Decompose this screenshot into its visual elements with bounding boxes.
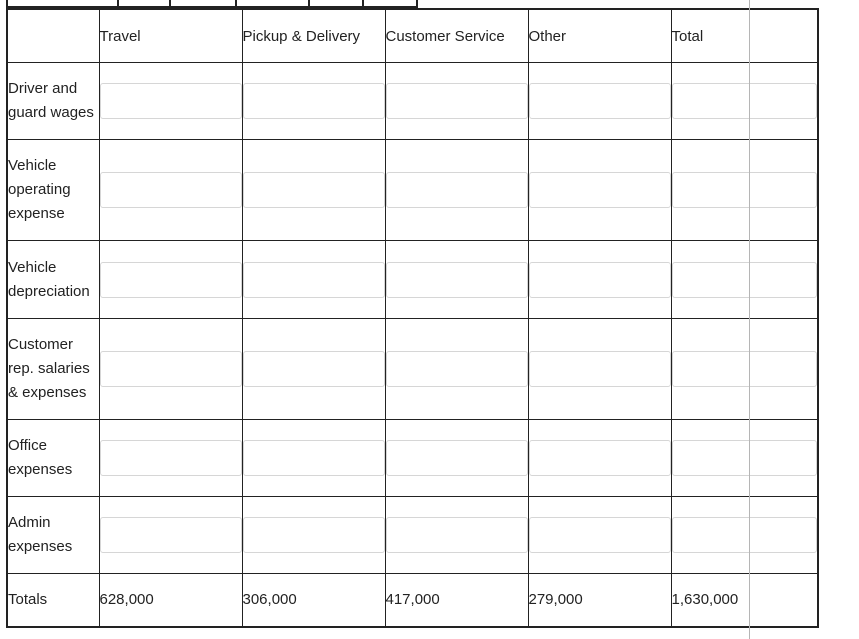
row-label: Office expenses [6,419,100,497]
row-label: Admin expenses [6,496,100,574]
customer-service-input[interactable] [385,83,528,119]
total-input[interactable] [671,440,817,476]
pickup-delivery-input[interactable] [242,351,385,387]
other-input[interactable] [528,261,671,298]
row-label: Vehicle operating expense [6,139,100,241]
customer-service-total: 417,000 [384,573,529,627]
travel-input[interactable] [99,83,242,119]
customer-service-input[interactable] [385,351,528,387]
other-input[interactable] [528,440,671,476]
total-input[interactable] [671,517,817,553]
travel-input[interactable] [99,351,242,387]
header-row: Travel Pickup & Delivery Customer Servic… [6,8,819,63]
travel-input[interactable] [99,517,242,553]
table-row: Vehicle operating expense [6,139,819,241]
total-input[interactable] [671,351,817,387]
other-input[interactable] [528,83,671,119]
column-header-travel: Travel [98,8,243,63]
totals-row: Totals 628,000 306,000 417,000 279,000 1… [6,573,819,627]
column-header-blank [6,8,100,63]
other-input[interactable] [528,517,671,553]
customer-service-input[interactable] [385,261,528,298]
table-row: Customer rep. salaries & expenses [6,318,819,420]
other-input[interactable] [528,172,671,208]
other-input[interactable] [528,351,671,387]
column-header-total: Total [670,8,819,63]
pickup-delivery-input[interactable] [242,83,385,119]
other-total: 279,000 [527,573,672,627]
total-input[interactable] [671,261,817,298]
row-label: Vehicle depreciation [6,240,100,319]
pickup-delivery-input[interactable] [242,172,385,208]
column-header-pickup-delivery: Pickup & Delivery [241,8,386,63]
total-input[interactable] [671,83,817,119]
row-label: Driver and guard wages [6,62,100,140]
pickup-delivery-input[interactable] [242,440,385,476]
pickup-delivery-input[interactable] [242,517,385,553]
pickup-delivery-total: 306,000 [241,573,386,627]
travel-total: 628,000 [98,573,243,627]
customer-service-input[interactable] [385,440,528,476]
travel-input[interactable] [99,440,242,476]
column-header-other: Other [527,8,672,63]
table-row: Admin expenses [6,496,819,574]
totals-label: Totals [6,573,100,627]
pickup-delivery-input[interactable] [242,261,385,298]
row-label: Customer rep. salaries & expenses [6,318,100,420]
customer-service-input[interactable] [385,172,528,208]
table-row: Driver and guard wages [6,62,819,140]
customer-service-input[interactable] [385,517,528,553]
table-row: Vehicle depreciation [6,240,819,319]
total-input[interactable] [671,172,817,208]
previous-table-edge [6,0,418,8]
page-guide-line [749,0,750,639]
cost-allocation-table: Travel Pickup & Delivery Customer Servic… [6,8,819,628]
grand-total: 1,630,000 [670,573,819,627]
table-row: Office expenses [6,419,819,497]
travel-input[interactable] [99,261,242,298]
column-header-customer-service: Customer Service [384,8,529,63]
travel-input[interactable] [99,172,242,208]
